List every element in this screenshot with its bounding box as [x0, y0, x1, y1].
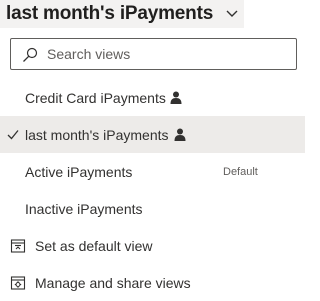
search-icon: [23, 47, 38, 62]
view-item-active-ipayments[interactable]: Active iPayments Default: [0, 153, 305, 190]
personal-view-icon: [170, 91, 182, 104]
search-box: [10, 38, 297, 70]
set-as-default-view-button[interactable]: Set as default view: [0, 228, 305, 264]
manage-and-share-views-label: Manage and share views: [35, 275, 191, 291]
view-label: Active iPayments: [25, 163, 133, 180]
view-selector-header[interactable]: last month's iPayments: [0, 0, 244, 28]
manage-and-share-views-button[interactable]: Manage and share views: [0, 265, 305, 301]
view-item-inactive-ipayments[interactable]: Inactive iPayments: [0, 190, 305, 227]
view-label: Inactive iPayments: [25, 200, 143, 217]
set-default-view-icon: [10, 239, 26, 253]
view-label: last month's iPayments: [25, 126, 169, 143]
chevron-down-icon: [226, 10, 238, 17]
view-label: Credit Card iPayments: [25, 89, 166, 106]
current-view-title: last month's iPayments: [6, 3, 214, 24]
set-as-default-view-label: Set as default view: [35, 238, 153, 254]
default-view-badge: Default: [223, 165, 258, 178]
view-item-last-months-ipayments[interactable]: last month's iPayments: [0, 116, 305, 153]
checkmark-icon: [7, 130, 19, 140]
manage-views-icon: [10, 276, 26, 290]
view-item-credit-card-ipayments[interactable]: Credit Card iPayments: [0, 79, 305, 116]
personal-view-icon: [174, 128, 186, 141]
search-input[interactable]: [47, 39, 292, 69]
